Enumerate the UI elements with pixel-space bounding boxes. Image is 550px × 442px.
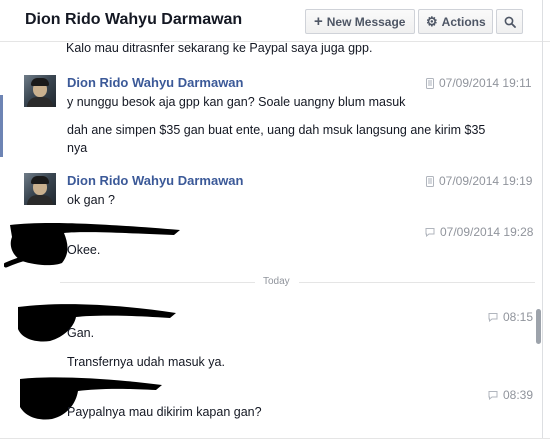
message-text: y nunggu besok aja gpp kan gan? Soale ua… [67, 95, 406, 109]
timestamp-text: 08:39 [503, 388, 534, 402]
message-text: Gan. [67, 326, 95, 340]
divider-line-left [60, 282, 255, 283]
timestamp-text: 07/09/2014 19:19 [439, 174, 533, 188]
message-timestamp: 07/09/2014 19:28 [425, 225, 533, 239]
new-message-button[interactable]: + New Message [305, 9, 415, 34]
unread-marker [0, 95, 3, 157]
message-timestamp: 08:39 [488, 388, 533, 402]
actions-label: Actions [441, 14, 486, 29]
search-icon [504, 16, 516, 28]
message-text: Okee. [67, 243, 101, 257]
message-text: Transfernya udah masuk ya. [67, 355, 225, 369]
message-timestamp: 07/09/2014 19:11 [426, 76, 532, 90]
desktop-icon [426, 175, 434, 187]
plus-icon: + [314, 13, 323, 30]
sender-name[interactable]: Dion Rido Wahyu Darmawan [67, 75, 243, 90]
timestamp-text: 07/09/2014 19:28 [440, 225, 534, 239]
gear-icon: ⚙ [426, 13, 438, 29]
conversation-title: Dion Rido Wahyu Darmawan [25, 11, 243, 28]
divider-line-right [299, 282, 535, 283]
message-text: dah ane simpen $35 gan buat ente, uang d… [67, 123, 486, 155]
composer-top-border [0, 438, 550, 442]
new-message-label: New Message [326, 14, 406, 29]
search-button[interactable] [496, 9, 523, 34]
message-text: Paypalnya mau dikirim kapan gan? [67, 405, 262, 419]
timestamp-text: 08:15 [503, 310, 534, 324]
message-timestamp: 08:15 [488, 310, 533, 324]
chat-bubble-icon [488, 391, 498, 400]
date-divider-label: Today [263, 276, 290, 287]
cut-off-message: Kalo mau ditrasnfer sekarang ke Paypal s… [66, 43, 373, 55]
actions-button[interactable]: ⚙ Actions [418, 9, 493, 34]
timestamp-text: 07/09/2014 19:11 [439, 76, 532, 90]
scrollbar-thumb[interactable] [536, 309, 541, 344]
content-edge [542, 0, 543, 442]
avatar[interactable] [24, 173, 56, 205]
message-text: ok gan ? [67, 193, 115, 207]
chat-bubble-icon [488, 313, 498, 322]
sender-name[interactable]: Dion Rido Wahyu Darmawan [67, 173, 243, 188]
message-timestamp: 07/09/2014 19:19 [426, 174, 532, 188]
avatar[interactable] [24, 75, 56, 107]
desktop-icon [426, 77, 434, 89]
chat-bubble-icon [425, 228, 435, 237]
conversation-header: Dion Rido Wahyu Darmawan + New Message ⚙… [0, 0, 550, 42]
